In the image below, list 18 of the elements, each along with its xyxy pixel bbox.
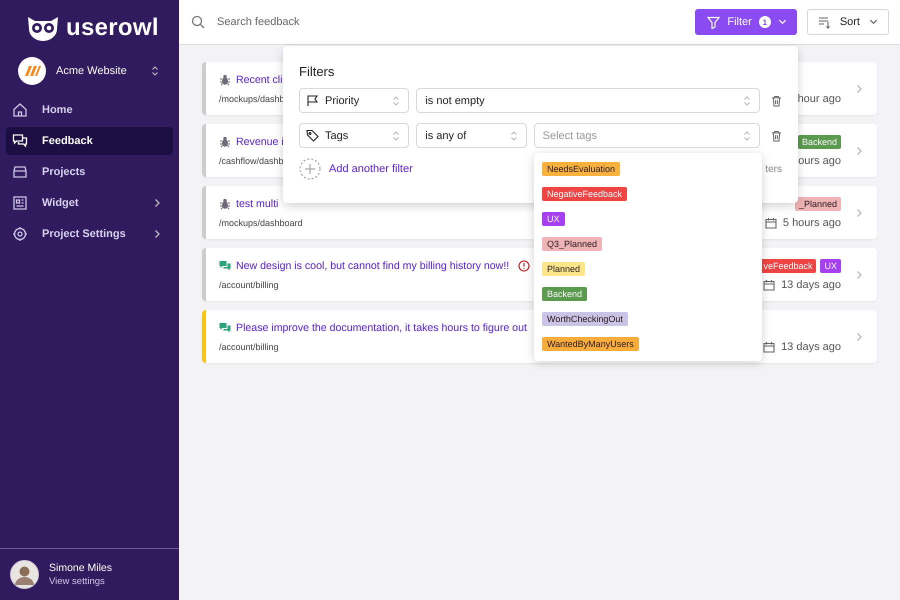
tag: UX xyxy=(820,258,841,272)
count-badge: 1 xyxy=(758,16,771,28)
tag: veFeedback xyxy=(759,258,816,272)
time-ago: ours ago xyxy=(798,154,841,166)
page-path: /mockups/dashboard xyxy=(219,218,303,228)
page-path: /account/billing xyxy=(219,342,279,352)
time-ago: 5 hours ago xyxy=(782,216,841,228)
logo-text: userowl xyxy=(66,14,159,42)
page-path: /account/billing xyxy=(219,280,279,290)
time-ago: 13 days ago xyxy=(781,340,841,352)
tag: Backend xyxy=(798,134,841,148)
page-path: /cashflow/dashb xyxy=(219,156,284,166)
tag: _Planned xyxy=(794,196,841,210)
time-ago: 13 days ago xyxy=(781,278,841,290)
time-ago: hour ago xyxy=(798,92,841,104)
page-path: /mockups/dashb xyxy=(219,94,285,104)
popover-title: Filters xyxy=(299,64,336,79)
user-name: Simone Miles xyxy=(49,562,112,574)
